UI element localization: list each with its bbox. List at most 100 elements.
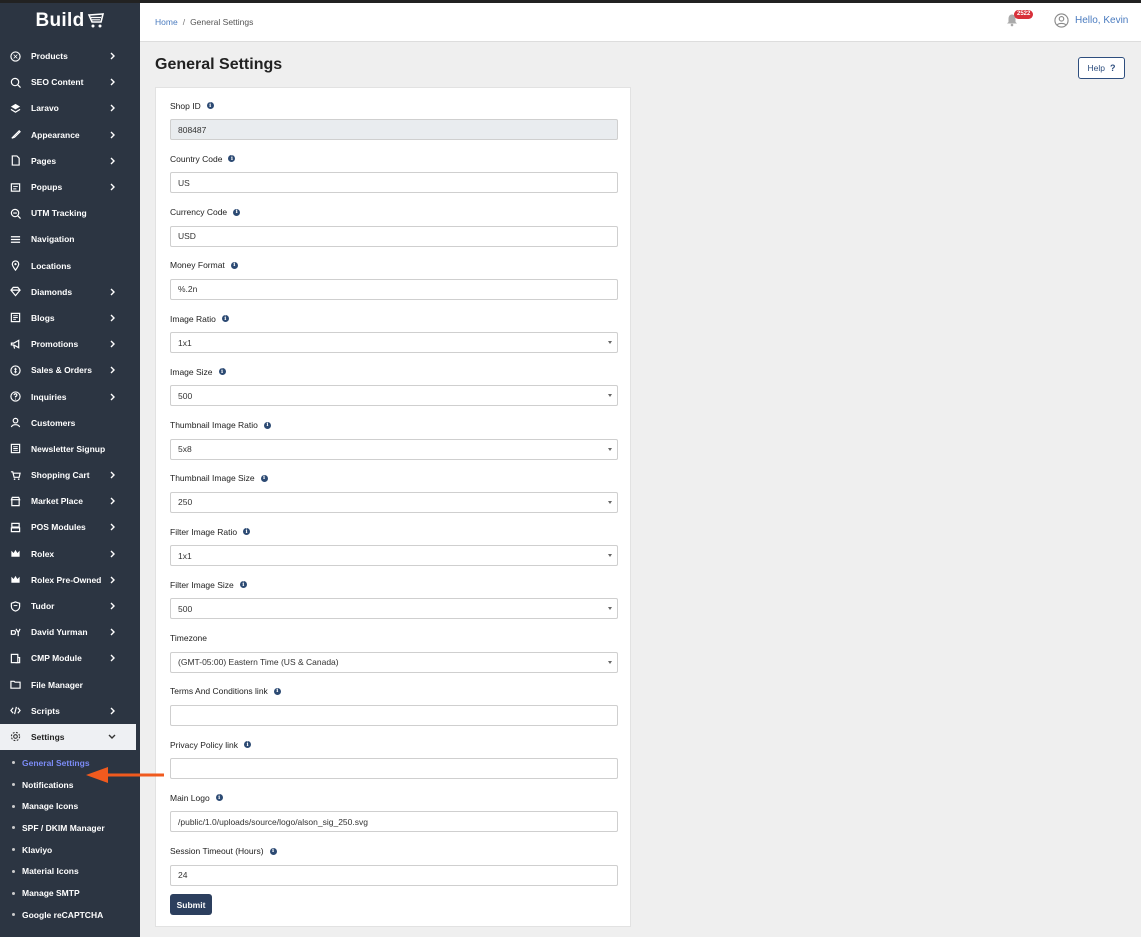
folder-icon (9, 679, 21, 691)
bullet-dot (12, 804, 15, 808)
privacy-policy-link-input[interactable] (170, 758, 618, 779)
field-value: 1x1 (178, 337, 192, 348)
main-logo-input[interactable]: /public/1.0/uploads/source/logo/alson_si… (170, 811, 618, 833)
field-label: Currency Code i (170, 207, 618, 218)
info-icon[interactable]: i (273, 687, 281, 695)
submenu-item-google-recaptcha[interactable]: Google reCAPTCHA (0, 904, 140, 926)
sidebar-item-customers[interactable]: Customers (0, 410, 140, 436)
submenu-item-manage-icons[interactable]: Manage Icons (0, 795, 140, 817)
sidebar-item-david-yurman[interactable]: David Yurman (0, 619, 140, 645)
sidebar-item-file-manager[interactable]: File Manager (0, 672, 140, 698)
sidebar-item-inquiries[interactable]: Inquiries (0, 383, 140, 409)
sidebar-item-pos-modules[interactable]: POS Modules (0, 514, 140, 540)
sidebar-item-promotions[interactable]: Promotions (0, 331, 140, 357)
info-icon[interactable]: i (269, 847, 277, 855)
sidebar-item-shopping-cart[interactable]: Shopping Cart (0, 462, 140, 488)
info-icon[interactable]: i (263, 421, 271, 429)
image-ratio-select[interactable]: 1x1 (170, 332, 618, 353)
sidebar-item-pages[interactable]: Pages (0, 148, 140, 174)
sidebar-item-popups[interactable]: Popups (0, 174, 140, 200)
chevron-right-icon (108, 523, 116, 531)
info-icon[interactable]: i (228, 155, 236, 163)
sidebar-item-sales-orders[interactable]: Sales & Orders (0, 357, 140, 383)
info-icon[interactable]: i (218, 368, 226, 376)
session-timeout-hours-input[interactable]: 24 (170, 864, 618, 886)
submenu-item-klaviyo[interactable]: Klaviyo (0, 839, 140, 861)
info-icon[interactable]: i (244, 741, 252, 748)
info-icon[interactable]: i (233, 208, 241, 216)
bullet-dot (12, 761, 15, 765)
breadcrumb-home-link[interactable]: Home (155, 17, 178, 27)
sidebar-item-scripts[interactable]: Scripts (0, 698, 140, 724)
menu-icon (9, 233, 21, 245)
annotation-arrow (86, 767, 164, 783)
terms-and-conditions-link-input[interactable] (170, 704, 618, 726)
user-menu[interactable]: Hello, Kevin (1054, 13, 1128, 28)
submenu-item-label: Notifications (22, 779, 74, 790)
sidebar-item-rolex-pre-owned[interactable]: Rolex Pre-Owned (0, 567, 140, 593)
field-thumbnail-image-size: Thumbnail Image Size i 250 (170, 473, 618, 513)
page-title: General Settings (155, 56, 283, 73)
sidebar-item-rolex[interactable]: Rolex (0, 541, 140, 567)
sidebar-item-label: Popups (31, 182, 63, 193)
money-format-input[interactable]: %.2n (170, 278, 618, 300)
filter-image-ratio-select[interactable]: 1x1 (170, 545, 618, 566)
field-session-timeout-hours: Session Timeout (Hours) i 24 (170, 846, 618, 886)
sidebar-item-cmp-module[interactable]: CMP Module (0, 645, 140, 671)
sidebar-item-products[interactable]: Products (0, 43, 140, 69)
sidebar-item-label: Rolex Pre-Owned (31, 574, 102, 585)
sidebar-item-blogs[interactable]: Blogs (0, 305, 140, 331)
submenu-item-label: Manage Icons (22, 801, 79, 812)
field-label: Thumbnail Image Size i (170, 473, 618, 484)
thumbnail-image-ratio-select[interactable]: 5x8 (170, 438, 618, 460)
sidebar-item-laravo[interactable]: Laravo (0, 95, 140, 121)
info-icon[interactable]: i (260, 474, 268, 482)
bullet-dot (12, 848, 15, 852)
sidebar-item-utm-tracking[interactable]: UTM Tracking (0, 200, 140, 226)
sidebar-item-seo-content[interactable]: SEO Content (0, 69, 140, 95)
sidebar-item-appearance[interactable]: Appearance (0, 122, 140, 148)
info-icon[interactable]: i (206, 102, 214, 109)
sidebar-item-settings[interactable]: Settings (0, 723, 136, 751)
field-value: 250 (178, 497, 193, 508)
field-label: Terms And Conditions link i (170, 686, 618, 697)
submenu-item-material-icons[interactable]: Material Icons (0, 861, 140, 883)
sidebar-item-newsletter-signup[interactable]: Newsletter Signup (0, 436, 140, 462)
submenu-item-label: Google reCAPTCHA (22, 909, 104, 920)
brand-logo[interactable]: Build (0, 3, 140, 39)
submenu-item-manage-smtp[interactable]: Manage SMTP (0, 882, 140, 904)
brand-logo-text: Build (35, 10, 85, 31)
thumbnail-image-size-select[interactable]: 250 (170, 491, 618, 513)
help-button[interactable]: Help ? (1078, 57, 1125, 79)
field-label-text: Thumbnail Image Size (170, 473, 255, 484)
image-size-select[interactable]: 500 (170, 385, 618, 407)
sales-icon (9, 364, 21, 376)
currency-code-input[interactable]: USD (170, 225, 618, 247)
sidebar-item-label: Appearance (31, 129, 80, 140)
user-avatar-icon (1054, 13, 1069, 28)
timezone-select[interactable]: (GMT-05:00) Eastern Time (US & Canada) (170, 651, 618, 673)
sidebar-item-diamonds[interactable]: Diamonds (0, 279, 140, 305)
field-value: %.2n (178, 284, 198, 295)
sidebar-item-market-place[interactable]: Market Place (0, 488, 140, 514)
submenu-item-spf-dkim-manager[interactable]: SPF / DKIM Manager (0, 817, 140, 839)
cmp-icon (9, 652, 21, 664)
shop-id-input: 808487 (170, 119, 618, 140)
info-icon[interactable]: i (230, 261, 238, 269)
field-timezone: Timezone (GMT-05:00) Eastern Time (US & C… (170, 633, 618, 673)
sidebar-item-tudor[interactable]: Tudor (0, 593, 140, 619)
filter-image-size-select[interactable]: 500 (170, 598, 618, 620)
bullet-dot (12, 869, 15, 873)
crown-icon (9, 548, 21, 560)
sidebar-item-locations[interactable]: Locations (0, 253, 140, 279)
field-label-text: Session Timeout (Hours) (170, 846, 264, 856)
info-icon[interactable]: i (221, 315, 229, 322)
field-label-text: Money Format (170, 260, 225, 271)
info-icon[interactable]: i (215, 794, 223, 802)
info-icon[interactable]: i (239, 581, 247, 589)
sidebar-item-navigation[interactable]: Navigation (0, 226, 140, 252)
submit-button[interactable]: Submit (170, 894, 212, 915)
country-code-input[interactable]: US (170, 172, 618, 194)
info-icon[interactable]: i (243, 528, 251, 535)
field-value: US (178, 177, 190, 188)
